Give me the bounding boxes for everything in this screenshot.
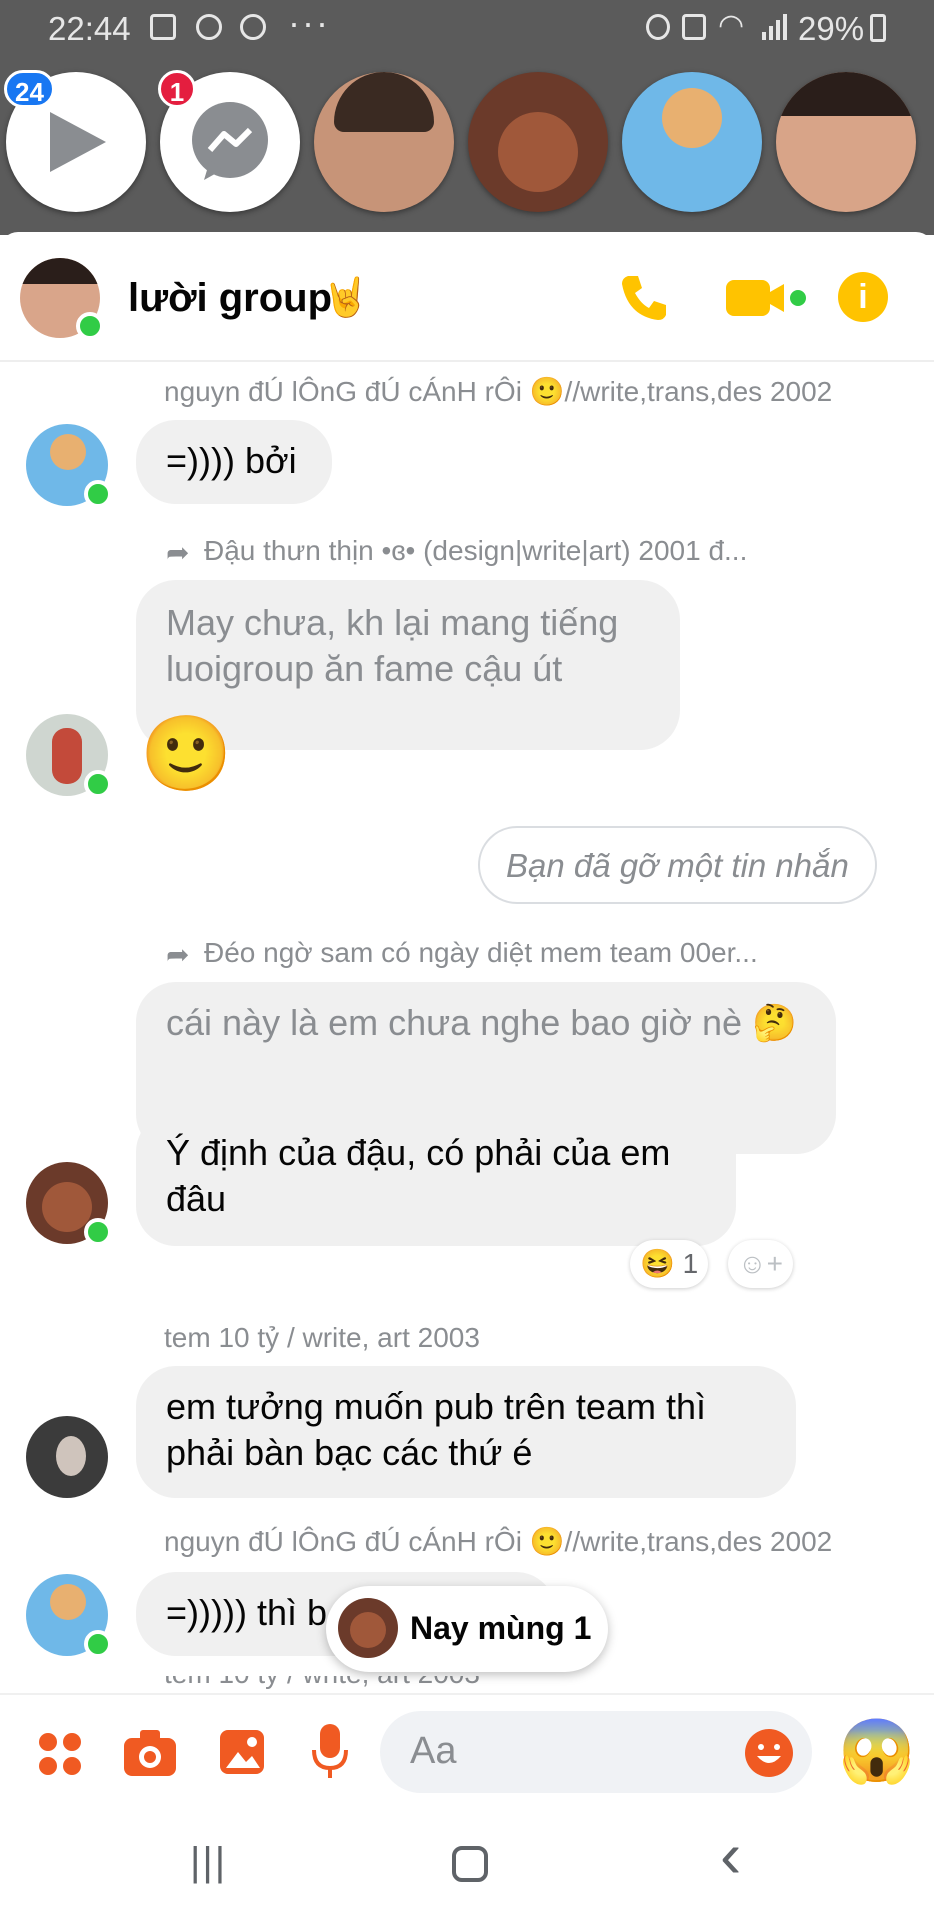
online-indicator: [84, 770, 112, 798]
online-indicator: [84, 1218, 112, 1246]
message-bubble[interactable]: Ý định của đậu, có phải của em đâu: [136, 1112, 736, 1246]
toast-avatar: [338, 1598, 398, 1658]
forwarded-from: Đéo ngờ sam có ngày diệt mem team 00er..…: [204, 937, 758, 968]
rock-hand-emoji: 🤘: [322, 277, 370, 319]
video-call-icon[interactable]: [724, 276, 808, 320]
emoji-picker-icon[interactable]: [744, 1728, 794, 1778]
more-notifications-icon: ···: [288, 2, 330, 43]
removed-message: Bạn đã gỡ một tin nhắn: [478, 826, 877, 904]
phone-icon[interactable]: [616, 270, 670, 324]
sender-avatar[interactable]: [26, 1416, 108, 1498]
chat-head-avatar-4[interactable]: [776, 72, 916, 212]
message-input-placeholder: Aa: [410, 1730, 457, 1772]
forwarded-from: Đậu thưn thịn •ɞ• (design|write|art) 200…: [204, 535, 748, 566]
add-reaction-button[interactable]: ☺+: [728, 1240, 793, 1288]
messenger-notification-icon: [196, 14, 222, 40]
mute-icon: [682, 14, 706, 40]
gallery-icon[interactable]: [218, 1728, 266, 1776]
status-time: 22:44: [48, 10, 131, 47]
forward-icon: ➦: [166, 939, 190, 970]
message-bubble[interactable]: em tưởng muốn pub trên team thì phải bàn…: [136, 1366, 796, 1498]
sender-name-partial: tem 10 tỷ / write, art 2003: [164, 1676, 664, 1692]
home-button[interactable]: [452, 1846, 488, 1882]
quick-reaction-button[interactable]: 😱: [838, 1716, 915, 1788]
battery-icon: [870, 14, 886, 42]
battery-percent: 29%: [798, 10, 865, 47]
chrome-notification-icon: [240, 14, 266, 40]
sender-name: tem 10 tỷ / write, art 2003: [164, 1322, 480, 1353]
video-head-badge: 24: [4, 70, 55, 108]
toast-text: Nay mùng 1: [410, 1610, 592, 1646]
wifi-icon: ◠: [718, 9, 745, 42]
recent-apps-button[interactable]: |||: [190, 1840, 227, 1885]
status-bar: 22:44 ··· ◠ 29%: [0, 0, 934, 58]
microphone-icon[interactable]: [310, 1722, 350, 1782]
online-indicator: [84, 1630, 112, 1658]
gallery-notification-icon: [150, 14, 176, 40]
chat-head-avatar-3[interactable]: [622, 72, 762, 212]
sender-name: nguyn đÚ lÔnG đÚ cÁnH rÔi 🙂//write,trans…: [164, 376, 833, 407]
online-indicator: [84, 480, 112, 508]
chat-head-avatar-2[interactable]: [468, 72, 608, 212]
alarm-icon: [646, 14, 670, 40]
messenger-head-badge: 1: [158, 70, 196, 108]
signal-icon: [760, 12, 788, 40]
chat-head-avatar-1[interactable]: [314, 72, 454, 212]
large-emoji[interactable]: 🙂: [140, 712, 232, 796]
more-actions-icon[interactable]: [36, 1730, 84, 1778]
online-indicator: [76, 312, 104, 340]
message-reaction[interactable]: 😆 1: [630, 1240, 709, 1288]
message-bubble[interactable]: =)))) bởi: [136, 420, 332, 504]
camera-icon[interactable]: [122, 1728, 178, 1778]
back-button[interactable]: ‹: [720, 1818, 741, 1892]
info-icon[interactable]: i: [838, 272, 888, 322]
forward-icon: ➦: [166, 537, 190, 568]
chat-title[interactable]: lười group: [128, 276, 332, 321]
sender-name: nguyn đÚ lÔnG đÚ cÁnH rÔi 🙂//write,trans…: [164, 1526, 833, 1557]
